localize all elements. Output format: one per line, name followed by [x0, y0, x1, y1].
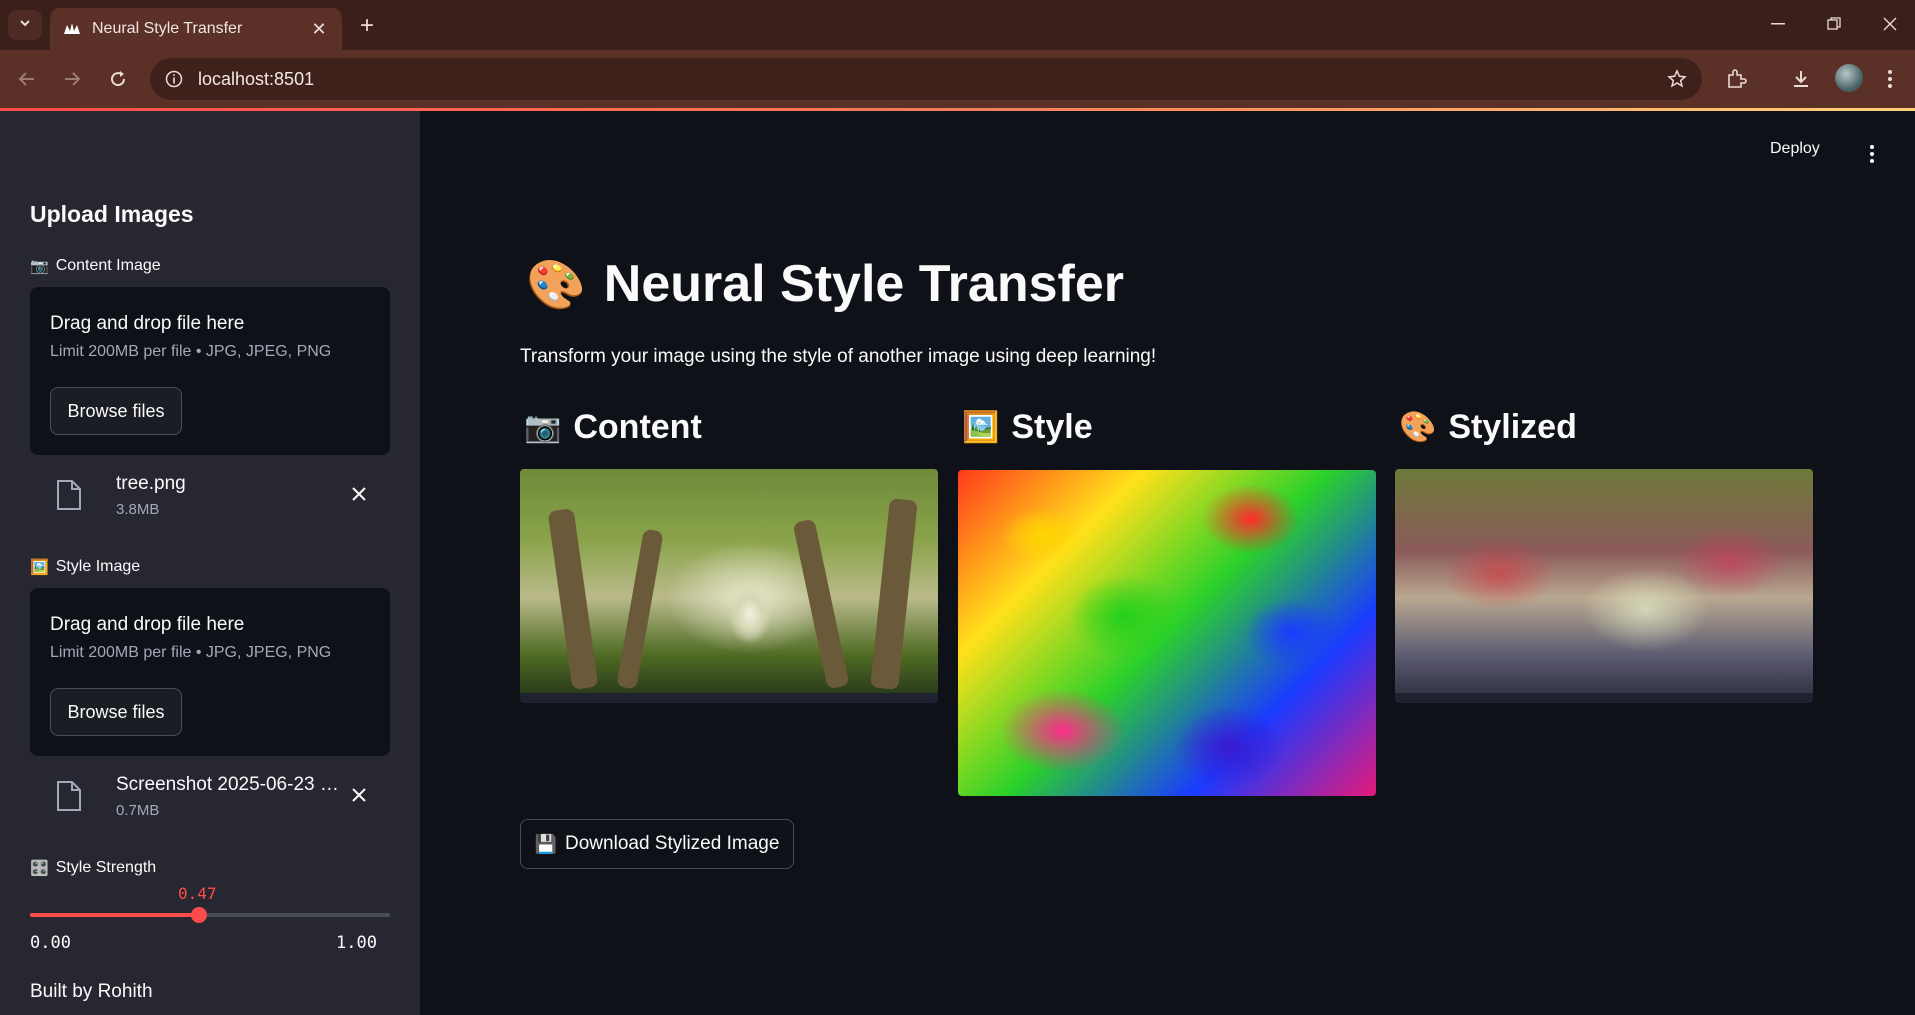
chevron-down-icon: [18, 16, 32, 35]
download-icon[interactable]: [1786, 64, 1816, 94]
content-file-row: tree.png 3.8MB: [30, 467, 390, 527]
file-icon: [56, 780, 82, 812]
style-file-name: Screenshot 2025-06-23 1...: [116, 774, 344, 795]
extensions-icon[interactable]: [1721, 64, 1751, 94]
control-knobs-icon: 🎛️: [30, 860, 49, 877]
url-text: localhost:8501: [198, 68, 315, 89]
content-dropzone[interactable]: Drag and drop file here Limit 200MB per …: [30, 287, 390, 455]
style-column-heading: 🖼️ Style: [962, 408, 1093, 447]
style-dropzone[interactable]: Drag and drop file here Limit 200MB per …: [30, 588, 390, 756]
camera-icon: 📷: [524, 411, 562, 444]
palette-icon: 🎨: [1399, 411, 1437, 444]
app-menu-icon[interactable]: [1862, 140, 1882, 168]
profile-avatar[interactable]: [1835, 64, 1863, 92]
address-bar[interactable]: localhost:8501: [150, 58, 1702, 100]
back-icon[interactable]: [12, 64, 42, 94]
camera-icon: 📷: [30, 258, 49, 275]
content-file-name: tree.png: [116, 473, 186, 494]
new-tab-button[interactable]: +: [352, 12, 382, 40]
file-icon: [56, 479, 82, 511]
dropzone-limit: Limit 200MB per file • JPG, JPEG, PNG: [50, 343, 332, 360]
style-browse-button[interactable]: Browse files: [50, 688, 182, 736]
content-browse-button[interactable]: Browse files: [50, 387, 182, 435]
content-heading-text: Content: [573, 408, 702, 446]
slider-fill: [30, 913, 200, 917]
sidebar-footer: Built by Rohith: [30, 981, 153, 1002]
style-file-size: 0.7MB: [116, 802, 160, 819]
reload-icon[interactable]: [103, 64, 133, 94]
style-file-row: Screenshot 2025-06-23 1... 0.7MB: [30, 768, 390, 828]
download-stylized-button[interactable]: 💾 Download Stylized Image: [520, 819, 794, 869]
page-subtitle: Transform your image using the style of …: [520, 346, 1157, 367]
slider-thumb[interactable]: [191, 907, 208, 923]
slider-max-label: 1.00: [336, 933, 377, 953]
sidebar-title: Upload Images: [30, 201, 194, 227]
sidebar: Upload Images 📷 Content Image Drag and d…: [0, 111, 420, 1015]
slider-min-label: 0.00: [30, 933, 71, 953]
style-image-label-text: Style Image: [55, 558, 141, 575]
content-image-label-text: Content Image: [55, 257, 161, 274]
stylized-column-heading: 🎨 Stylized: [1399, 408, 1577, 447]
content-image: [520, 469, 938, 703]
page-title: 🎨 Neural Style Transfer: [526, 254, 1124, 314]
bookmark-star-icon[interactable]: [1666, 68, 1688, 90]
site-info-icon[interactable]: [164, 69, 184, 89]
browser-toolbar: localhost:8501: [0, 50, 1915, 108]
tab-search-button[interactable]: [8, 10, 42, 40]
style-strength-slider[interactable]: [30, 907, 390, 923]
screenshot-taskbar: [1395, 693, 1813, 703]
content-file-size: 3.8MB: [116, 501, 160, 518]
content-column-heading: 📷 Content: [524, 408, 702, 447]
deploy-button[interactable]: Deploy: [1770, 140, 1820, 158]
content-file-remove-icon[interactable]: [344, 479, 374, 509]
style-image: [958, 470, 1376, 796]
window-close-icon[interactable]: [1875, 10, 1905, 38]
palette-icon: 🎨: [526, 258, 586, 312]
style-image-label: 🖼️ Style Image: [30, 558, 140, 576]
floppy-disk-icon: 💾: [534, 833, 558, 854]
slider-current-value: 0.47: [178, 884, 217, 903]
browser-tab-bar: Neural Style Transfer ✕ +: [0, 0, 1915, 50]
dropzone-title: Drag and drop file here: [50, 313, 245, 334]
style-heading-text: Style: [1011, 408, 1093, 446]
style-strength-label: 🎛️ Style Strength: [30, 859, 156, 877]
restore-icon[interactable]: [1819, 10, 1849, 38]
forward-icon[interactable]: [57, 64, 87, 94]
page-title-text: Neural Style Transfer: [603, 255, 1124, 313]
streamlit-favicon-icon: [62, 19, 82, 39]
screenshot-taskbar: [520, 693, 938, 703]
dropzone-title: Drag and drop file here: [50, 614, 245, 635]
browser-menu-icon[interactable]: [1875, 64, 1905, 94]
picture-icon: 🖼️: [30, 559, 49, 576]
download-button-label: Download Stylized Image: [565, 833, 780, 854]
stylized-heading-text: Stylized: [1448, 408, 1577, 446]
style-file-remove-icon[interactable]: [344, 780, 374, 810]
picture-icon: 🖼️: [962, 411, 1000, 444]
style-strength-label-text: Style Strength: [55, 859, 157, 876]
tab-close-icon[interactable]: ✕: [308, 18, 330, 40]
dropzone-limit: Limit 200MB per file • JPG, JPEG, PNG: [50, 644, 332, 661]
tab-title: Neural Style Transfer: [92, 20, 243, 37]
content-image-label: 📷 Content Image: [30, 257, 161, 275]
stylized-image: [1395, 469, 1813, 703]
browser-tab[interactable]: Neural Style Transfer ✕: [50, 8, 342, 50]
minimize-icon[interactable]: [1763, 10, 1793, 38]
